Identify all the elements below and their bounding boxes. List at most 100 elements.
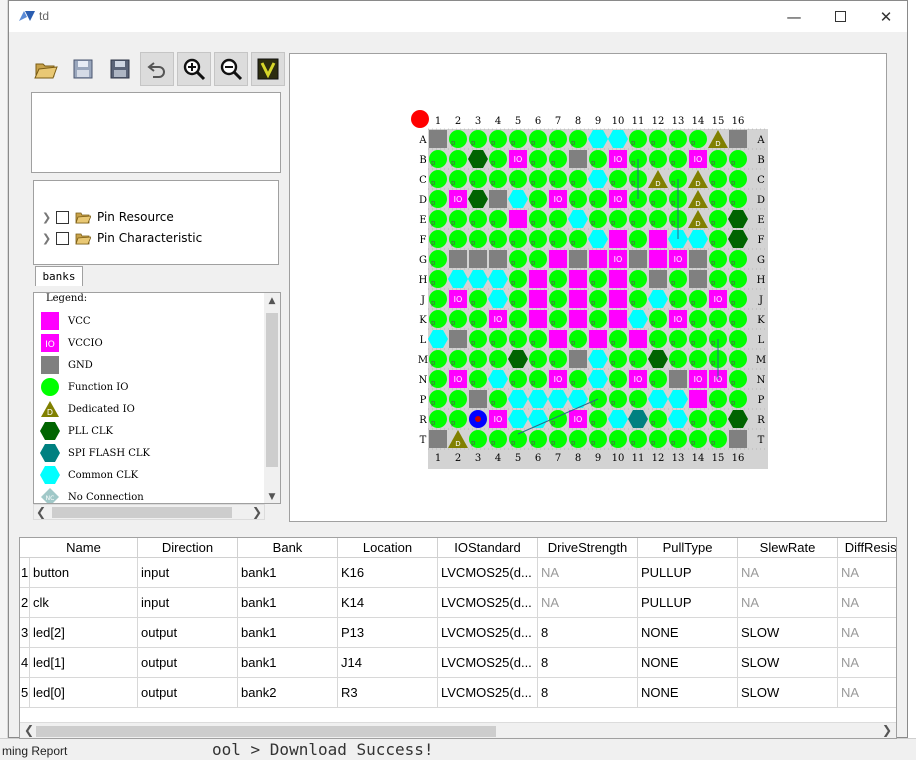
pin-resource-checkbox[interactable] bbox=[56, 210, 69, 224]
tree-item-pin-resource[interactable]: ❯ Pin Resource bbox=[42, 208, 174, 226]
pin-function-label[interactable]: p bbox=[471, 379, 476, 387]
zoom-in-button[interactable] bbox=[177, 52, 211, 86]
pin-function-label[interactable]: p bbox=[531, 259, 536, 267]
pin-function-label[interactable]: p bbox=[711, 259, 716, 267]
pin-function-label[interactable]: p bbox=[611, 399, 616, 407]
pin-function-label[interactable]: p bbox=[491, 219, 496, 227]
pin-function-label[interactable]: p bbox=[691, 419, 696, 427]
pin-dedicated-label[interactable]: D bbox=[455, 440, 460, 448]
pin-function-label[interactable]: p bbox=[731, 339, 736, 347]
pin-function-label[interactable]: p bbox=[671, 139, 676, 147]
pin-function-label[interactable]: p bbox=[711, 339, 716, 347]
scroll-left-icon[interactable]: ❮ bbox=[36, 505, 46, 519]
pin-T1[interactable] bbox=[429, 430, 447, 448]
table-cell[interactable]: LVCMOS25(d... bbox=[438, 558, 538, 588]
column-header[interactable]: Location bbox=[338, 538, 438, 558]
pin-function-label[interactable]: p bbox=[631, 399, 636, 407]
pin-io-label[interactable]: IO bbox=[554, 375, 563, 384]
pin-function-label[interactable]: p bbox=[631, 239, 636, 247]
table-row[interactable]: 3 led[2] output bank1 P13 LVCMOS25(d... 8 NONE S… bbox=[20, 618, 896, 648]
pin-A16[interactable] bbox=[729, 130, 747, 148]
pin-function-label[interactable]: p bbox=[431, 299, 436, 307]
table-cell[interactable]: P13 bbox=[338, 618, 438, 648]
table-cell[interactable]: input bbox=[138, 588, 238, 618]
pin-function-label[interactable]: p bbox=[471, 319, 476, 327]
pin-function-label[interactable]: p bbox=[551, 279, 556, 287]
pin-L7[interactable] bbox=[549, 330, 567, 348]
pin-function-label[interactable]: p bbox=[451, 159, 456, 167]
pin-H14[interactable] bbox=[689, 270, 707, 288]
table-cell[interactable]: NA bbox=[838, 588, 896, 618]
table-cell[interactable]: 8 bbox=[538, 678, 638, 708]
table-cell[interactable]: led[2] bbox=[30, 618, 138, 648]
table-cell[interactable]: 8 bbox=[538, 618, 638, 648]
table-cell[interactable]: LVCMOS25(d... bbox=[438, 678, 538, 708]
scrollbar-thumb[interactable] bbox=[266, 313, 278, 467]
pin-function-label[interactable]: p bbox=[491, 159, 496, 167]
pin-J6[interactable] bbox=[529, 290, 547, 308]
pin-F12[interactable] bbox=[649, 230, 667, 248]
pin-function-label[interactable]: p bbox=[591, 439, 596, 447]
pin-function-label[interactable]: p bbox=[671, 299, 676, 307]
maximize-button[interactable] bbox=[817, 1, 863, 32]
pin-function-label[interactable]: p bbox=[571, 199, 576, 207]
pin-function-label[interactable]: p bbox=[591, 199, 596, 207]
pin-function-label[interactable]: p bbox=[591, 219, 596, 227]
chip-package-view[interactable]: 1122334455667788991010111112121313141415… bbox=[290, 54, 886, 521]
pin-function-label[interactable]: p bbox=[431, 419, 436, 427]
pin-function-label[interactable]: p bbox=[711, 199, 716, 207]
pin-function-label[interactable]: p bbox=[471, 179, 476, 187]
pin-io-label[interactable]: IO bbox=[614, 195, 623, 204]
pin-function-label[interactable]: p bbox=[731, 359, 736, 367]
table-cell[interactable]: NA bbox=[838, 558, 896, 588]
pin-function-label[interactable]: p bbox=[551, 299, 556, 307]
table-row[interactable]: 5 led[0] output bank2 R3 LVCMOS25(d... 8 NONE SL… bbox=[20, 678, 896, 708]
pin-function-label[interactable]: p bbox=[511, 279, 516, 287]
pin-function-label[interactable]: p bbox=[631, 199, 636, 207]
table-cell[interactable]: clk bbox=[30, 588, 138, 618]
save-as-button[interactable] bbox=[103, 52, 137, 86]
pin-function-label[interactable]: p bbox=[431, 199, 436, 207]
pin-function-label[interactable]: p bbox=[491, 339, 496, 347]
table-cell[interactable]: NA bbox=[738, 588, 838, 618]
pin-function-label[interactable]: p bbox=[551, 239, 556, 247]
pin-function-label[interactable]: p bbox=[691, 339, 696, 347]
pin-function-label[interactable]: p bbox=[531, 159, 536, 167]
pin-M8[interactable] bbox=[569, 350, 587, 368]
pin-L11[interactable] bbox=[629, 330, 647, 348]
pin-function-label[interactable]: p bbox=[711, 319, 716, 327]
pin-H8[interactable] bbox=[569, 270, 587, 288]
pin-function-label[interactable]: p bbox=[491, 359, 496, 367]
pin-dedicated-label[interactable]: D bbox=[695, 200, 700, 208]
pin-function-label[interactable]: p bbox=[731, 399, 736, 407]
pin-function-label[interactable]: p bbox=[471, 139, 476, 147]
table-cell[interactable]: NA bbox=[838, 648, 896, 678]
scroll-down-icon[interactable]: ▼ bbox=[264, 489, 280, 503]
pin-function-label[interactable]: p bbox=[611, 359, 616, 367]
table-cell[interactable]: NA bbox=[738, 558, 838, 588]
pin-function-label[interactable]: p bbox=[711, 359, 716, 367]
pin-G7[interactable] bbox=[549, 250, 567, 268]
pin-function-label[interactable]: p bbox=[631, 299, 636, 307]
pin-function-label[interactable]: p bbox=[491, 399, 496, 407]
table-cell[interactable]: NA bbox=[538, 588, 638, 618]
table-cell[interactable]: led[0] bbox=[30, 678, 138, 708]
pin-G8[interactable] bbox=[569, 250, 587, 268]
pin-function-label[interactable]: p bbox=[671, 159, 676, 167]
pin-K8[interactable] bbox=[569, 310, 587, 328]
pin-function-label[interactable]: p bbox=[551, 219, 556, 227]
pin-function-label[interactable]: p bbox=[471, 219, 476, 227]
pin-io-label[interactable]: IO bbox=[694, 375, 703, 384]
pin-io-label[interactable]: IO bbox=[614, 155, 623, 164]
pin-function-label[interactable]: p bbox=[711, 419, 716, 427]
pin-function-label[interactable]: p bbox=[731, 299, 736, 307]
pin-function-label[interactable]: p bbox=[631, 219, 636, 227]
pin-function-label[interactable]: p bbox=[691, 359, 696, 367]
column-header[interactable]: Direction bbox=[138, 538, 238, 558]
pin-function-label[interactable]: p bbox=[491, 439, 496, 447]
pin-P14[interactable] bbox=[689, 390, 707, 408]
title-bar[interactable]: td — ✕ bbox=[9, 1, 907, 32]
pin-G14[interactable] bbox=[689, 250, 707, 268]
close-button[interactable]: ✕ bbox=[863, 1, 909, 32]
pin-function-label[interactable]: p bbox=[531, 439, 536, 447]
